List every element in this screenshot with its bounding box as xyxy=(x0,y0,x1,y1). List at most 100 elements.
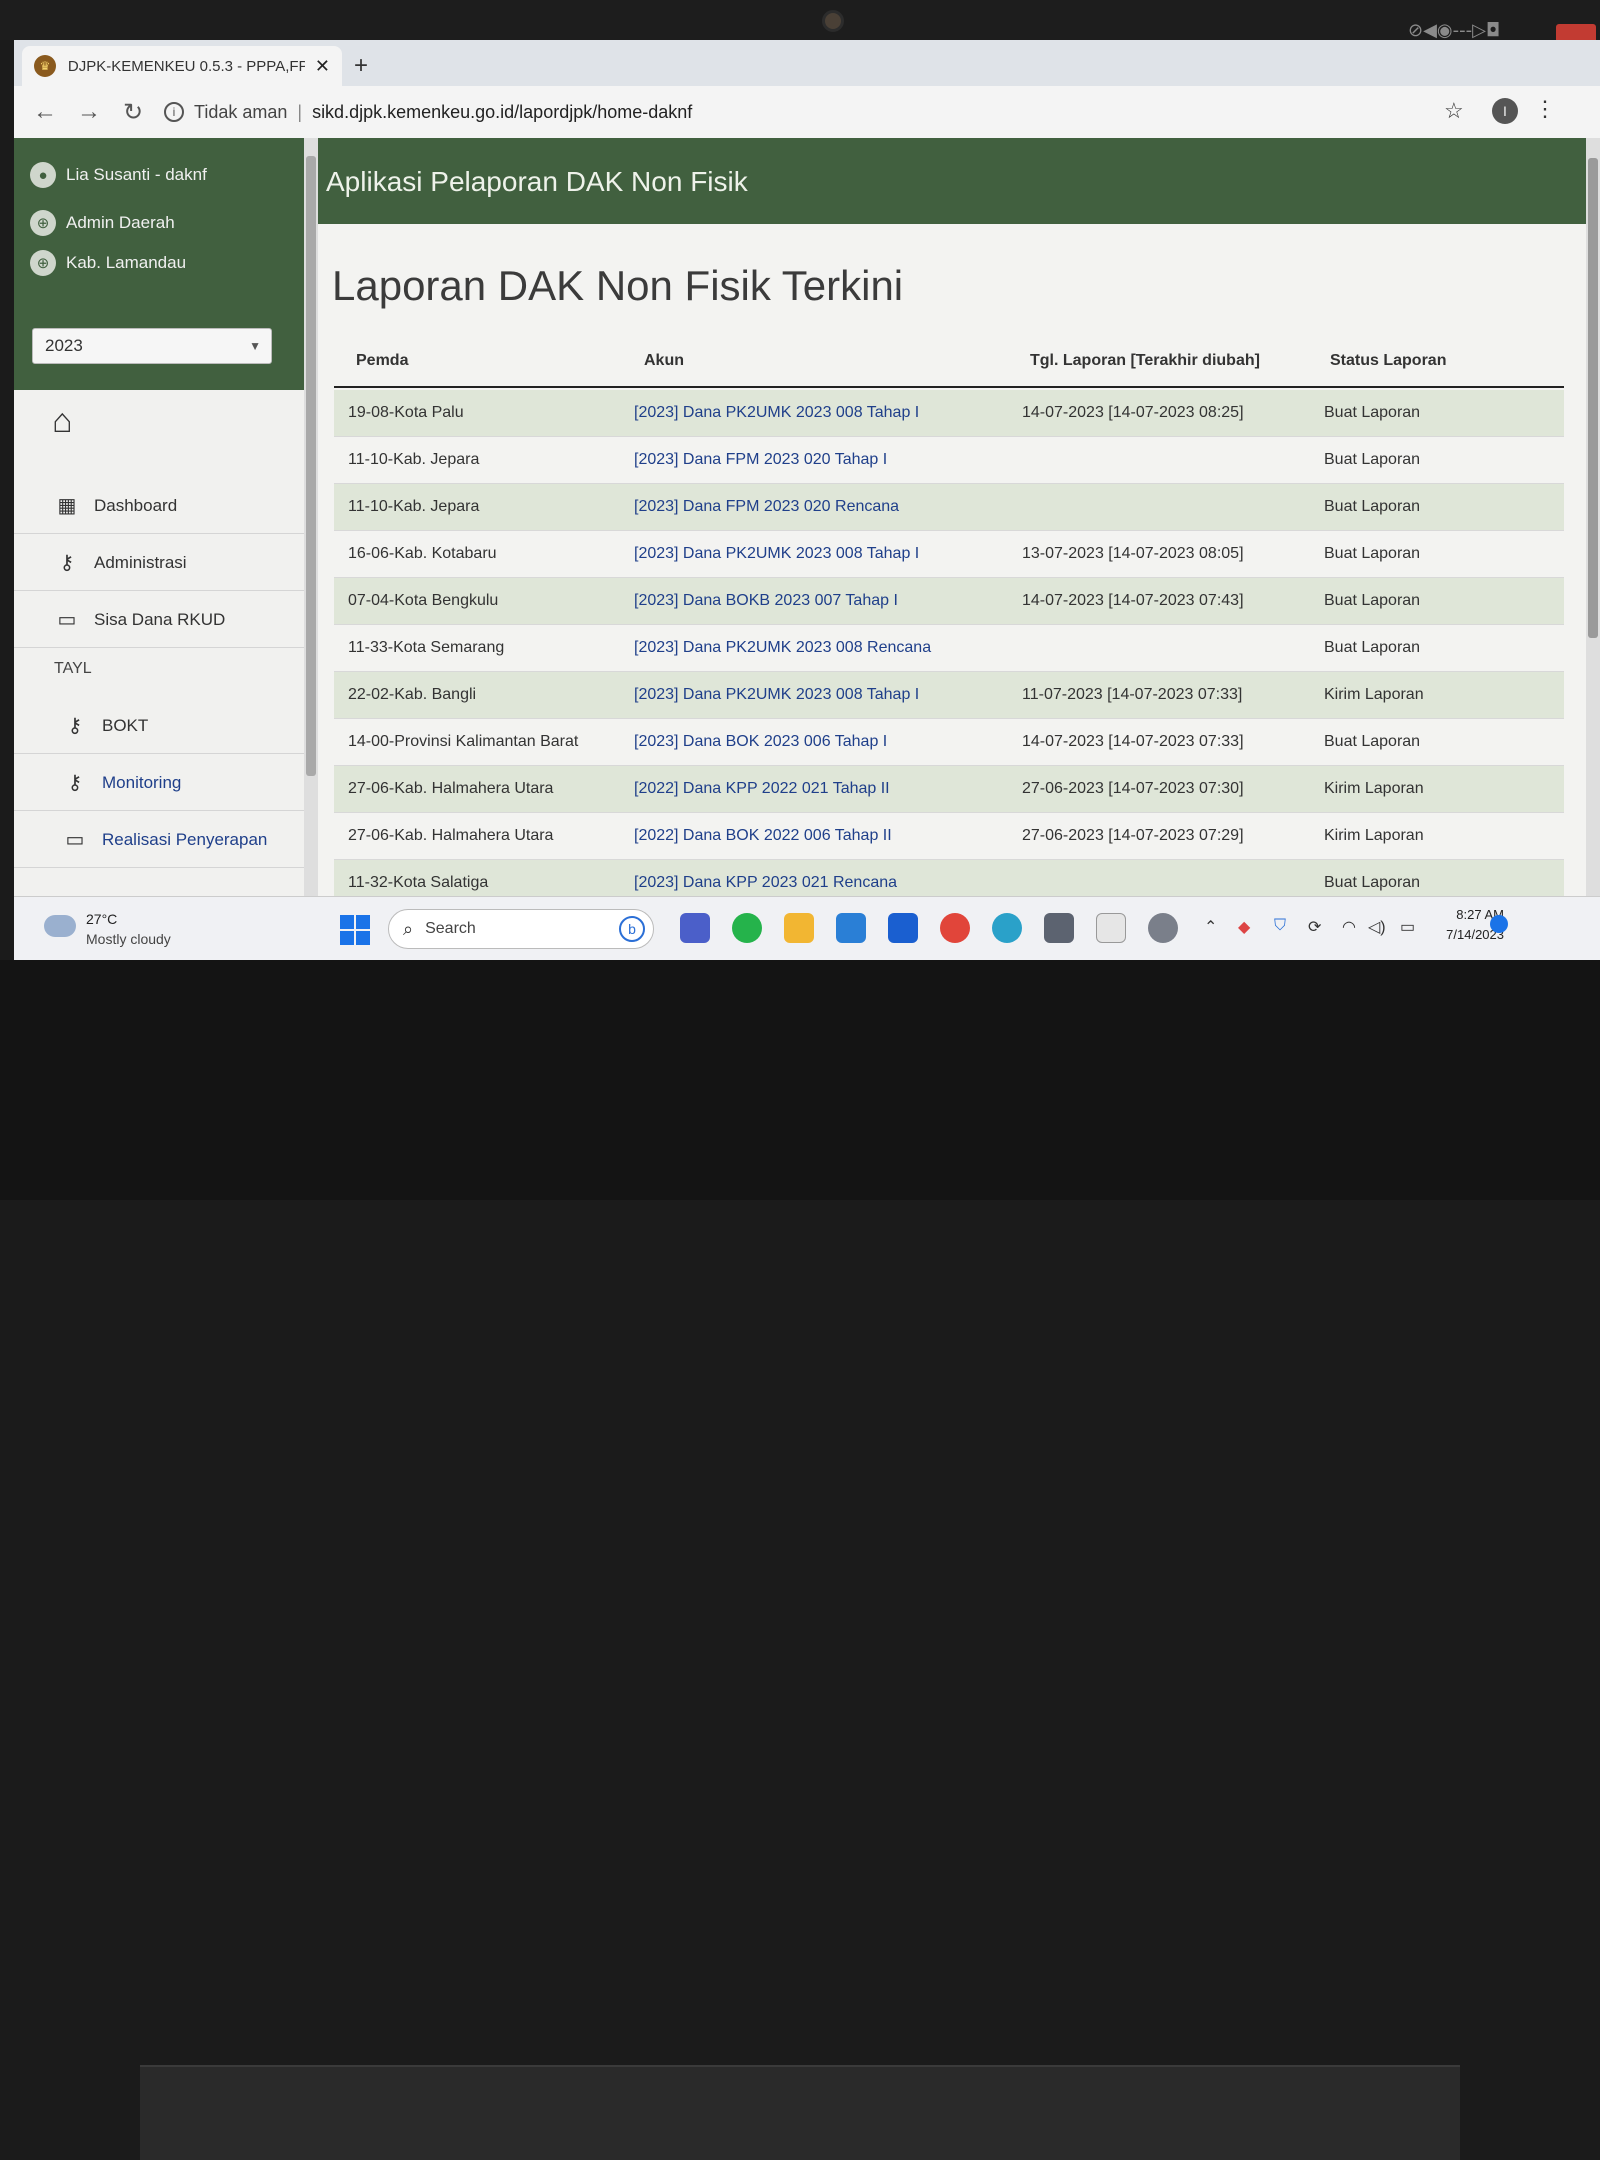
browser-menu-icon[interactable]: ⋮ xyxy=(1534,96,1556,122)
security-label: Tidak aman xyxy=(194,101,288,122)
year-select[interactable]: 2023 ▼ xyxy=(32,328,272,364)
table-row[interactable]: 22-02-Kab. Bangli [2023] Dana PK2UMK 202… xyxy=(334,672,1564,719)
table-row[interactable]: 27-06-Kab. Halmahera Utara [2022] Dana B… xyxy=(334,813,1564,860)
main-scrollbar[interactable] xyxy=(1586,138,1600,896)
back-button[interactable]: ← xyxy=(32,98,58,126)
bing-icon[interactable]: b xyxy=(619,916,645,942)
volume-icon[interactable]: ◁) xyxy=(1368,917,1386,937)
cell-akun-link[interactable]: [2023] Dana PK2UMK 2023 008 Tahap I xyxy=(634,404,919,422)
taskbar-search[interactable]: ⌕ Search b xyxy=(388,909,654,949)
column-header-akun[interactable]: Akun xyxy=(644,352,684,370)
webcam xyxy=(822,10,844,32)
cell-akun-link[interactable]: [2023] Dana FPM 2023 020 Rencana xyxy=(634,498,899,516)
cell-pemda: 19-08-Kota Palu xyxy=(348,404,464,421)
cell-akun-link[interactable]: [2023] Dana BOKB 2023 007 Tahap I xyxy=(634,592,898,610)
reload-button[interactable]: ↻ xyxy=(120,98,146,127)
cell-status[interactable]: Buat Laporan xyxy=(1324,639,1420,657)
notification-icon[interactable] xyxy=(1490,915,1508,933)
cell-status[interactable]: Buat Laporan xyxy=(1324,733,1420,751)
cell-akun-link[interactable]: [2023] Dana PK2UMK 2023 008 Tahap I xyxy=(634,545,919,563)
weather-description[interactable]: Mostly cloudy xyxy=(86,931,171,947)
cell-status[interactable]: Kirim Laporan xyxy=(1324,827,1424,845)
tab-title: DJPK-KEMENKEU 0.5.3 - PPPA,FP xyxy=(67,57,305,75)
file-explorer-icon[interactable] xyxy=(784,913,814,943)
app-header: Aplikasi Pelaporan DAK Non Fisik xyxy=(318,138,1586,224)
settings-icon[interactable] xyxy=(1148,913,1178,943)
cell-tgl-laporan: 14-07-2023 [14-07-2023 07:33] xyxy=(1022,733,1244,750)
store-icon[interactable] xyxy=(1096,913,1126,943)
column-header-status[interactable]: Status Laporan xyxy=(1330,352,1446,370)
sidebar-header: ● Lia Susanti - daknf ⊕ Admin Daerah ⊕ K… xyxy=(14,138,304,390)
main-scroll-thumb[interactable] xyxy=(1588,158,1598,638)
cell-status[interactable]: Kirim Laporan xyxy=(1324,780,1424,798)
cell-akun-link[interactable]: [2023] Dana BOK 2023 006 Tahap I xyxy=(634,733,887,751)
cell-akun-link[interactable]: [2023] Dana KPP 2023 021 Rencana xyxy=(634,874,897,892)
column-header-tgl-laporan[interactable]: Tgl. Laporan [Terakhir diubah] xyxy=(1030,352,1260,370)
mail-icon[interactable] xyxy=(836,913,866,943)
cell-akun-link[interactable]: [2022] Dana KPP 2022 021 Tahap II xyxy=(634,780,890,798)
menu-item-dashboard[interactable]: ▦ Dashboard xyxy=(14,478,304,534)
table-row[interactable]: 11-10-Kab. Jepara [2023] Dana FPM 2023 0… xyxy=(334,484,1564,531)
bookmark-star-icon[interactable]: ☆ xyxy=(1444,98,1464,124)
tray-chevron-icon[interactable]: ⌃ xyxy=(1204,917,1217,937)
cloud-icon[interactable] xyxy=(44,915,76,937)
profile-avatar-icon[interactable]: I xyxy=(1492,98,1518,124)
region-info: ⊕ Kab. Lamandau xyxy=(30,250,186,276)
menu-item-sisa-dana-rkud[interactable]: ▭ Sisa Dana RKUD xyxy=(14,592,304,648)
cell-status[interactable]: Buat Laporan xyxy=(1324,404,1420,422)
menu-item-realisasi-penyerapan[interactable]: ▭ Realisasi Penyerapan xyxy=(14,812,304,868)
meet-app-icon[interactable] xyxy=(680,913,710,943)
site-info-icon[interactable]: i xyxy=(164,102,184,122)
menu-item-monitoring[interactable]: ⚷ Monitoring xyxy=(14,755,304,811)
cell-status[interactable]: Buat Laporan xyxy=(1324,874,1420,892)
sync-icon[interactable]: ⟳ xyxy=(1308,917,1321,937)
table-row[interactable]: 14-00-Provinsi Kalimantan Barat [2023] D… xyxy=(334,719,1564,766)
cell-akun-link[interactable]: [2023] Dana PK2UMK 2023 008 Rencana xyxy=(634,639,931,657)
table-row[interactable]: 11-10-Kab. Jepara [2023] Dana FPM 2023 0… xyxy=(334,437,1564,484)
table-row[interactable]: 27-06-Kab. Halmahera Utara [2022] Dana K… xyxy=(334,766,1564,813)
menu-item-label: Administrasi xyxy=(94,552,187,572)
menu-item-label: Monitoring xyxy=(102,772,182,792)
cell-status[interactable]: Buat Laporan xyxy=(1324,451,1420,469)
cell-akun-link[interactable]: [2023] Dana FPM 2023 020 Tahap I xyxy=(634,451,887,469)
menu-item-bokt[interactable]: ⚷ BOKT xyxy=(14,698,304,754)
new-tab-button[interactable]: + xyxy=(354,52,368,80)
l-app-icon[interactable] xyxy=(888,913,918,943)
security-shield-icon[interactable]: ⛉ xyxy=(1274,917,1286,935)
windows-start-icon[interactable] xyxy=(340,915,370,945)
address-bar[interactable]: i Tidak aman | sikd.djpk.kemenkeu.go.id/… xyxy=(154,92,1434,132)
weather-temperature[interactable]: 27°C xyxy=(86,911,117,927)
camera-app-icon[interactable] xyxy=(1044,913,1074,943)
cell-akun-link[interactable]: [2022] Dana BOK 2022 006 Tahap II xyxy=(634,827,892,845)
url-text[interactable]: sikd.djpk.kemenkeu.go.id/lapordjpk/home-… xyxy=(312,102,692,123)
year-value: 2023 xyxy=(45,336,83,355)
key-icon: ⚷ xyxy=(67,715,83,737)
chrome-icon[interactable] xyxy=(940,913,970,943)
cell-pemda: 27-06-Kab. Halmahera Utara xyxy=(348,827,554,844)
tray-app-icon[interactable]: ◆ xyxy=(1238,917,1250,937)
table-row[interactable]: 11-33-Kota Semarang [2023] Dana PK2UMK 2… xyxy=(334,625,1564,672)
wifi-icon[interactable]: ◠ xyxy=(1342,917,1356,937)
cell-akun-link[interactable]: [2023] Dana PK2UMK 2023 008 Tahap I xyxy=(634,686,919,704)
forward-button[interactable]: → xyxy=(76,98,102,126)
table-row[interactable]: 07-04-Kota Bengkulu [2023] Dana BOKB 202… xyxy=(334,578,1564,625)
card-icon: ▭ xyxy=(57,609,77,631)
menu-item-administrasi[interactable]: ⚷ Administrasi xyxy=(14,535,304,591)
table-row[interactable]: 16-06-Kab. Kotabaru [2023] Dana PK2UMK 2… xyxy=(334,531,1564,578)
battery-icon[interactable]: ▭ xyxy=(1400,917,1415,937)
sidebar-scroll-thumb[interactable] xyxy=(306,156,316,776)
browser-tab[interactable]: ♛ DJPK-KEMENKEU 0.5.3 - PPPA,FP ✕ xyxy=(22,46,342,86)
cell-status[interactable]: Buat Laporan xyxy=(1324,545,1420,563)
edge-icon[interactable] xyxy=(992,913,1022,943)
menu-item-label: Dashboard xyxy=(94,495,178,515)
cell-status[interactable]: Buat Laporan xyxy=(1324,592,1420,610)
home-icon[interactable]: ⌂ xyxy=(52,402,73,441)
tab-close-icon[interactable]: ✕ xyxy=(315,56,330,77)
whatsapp-icon[interactable] xyxy=(732,913,762,943)
table-row[interactable]: 19-08-Kota Palu [2023] Dana PK2UMK 2023 … xyxy=(334,390,1564,437)
camera-status-icon: ⊘◀◉‑‑‑▷◘ xyxy=(1408,20,1501,41)
sidebar-scrollbar[interactable] xyxy=(304,138,318,896)
column-header-pemda[interactable]: Pemda xyxy=(356,352,408,370)
cell-status[interactable]: Kirim Laporan xyxy=(1324,686,1424,704)
cell-status[interactable]: Buat Laporan xyxy=(1324,498,1420,516)
